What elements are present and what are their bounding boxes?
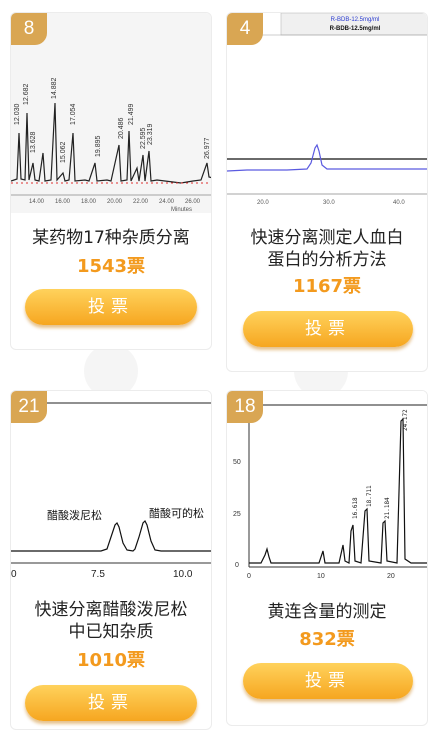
vote-button[interactable]: 投票: [25, 685, 197, 721]
axis-tick: 0: [11, 569, 17, 580]
peak-label: 17.054: [70, 103, 77, 125]
card-title: 快速分离测定人血白 蛋白的分析方法: [233, 227, 421, 271]
vote-card[interactable]: 醋酸泼尼松 醋酸可的松 0 7.5 10.0 21 快速分离醋酸泼尼松 中已知杂…: [10, 390, 212, 730]
x-tick: 20: [387, 573, 395, 580]
peak-label: 12.030: [14, 103, 21, 125]
axis-tick: 24.00: [159, 199, 175, 205]
axis-tick: 30.0: [323, 200, 335, 206]
axis-tick: 7.5: [91, 569, 105, 580]
axis-tick: 22.00: [133, 199, 149, 205]
peak-label: 22.595: [140, 127, 147, 149]
peak-label: 23.319: [147, 123, 154, 145]
peak-label: 13.628: [30, 131, 37, 153]
peak-label: 16.618: [352, 497, 359, 519]
vote-button[interactable]: 投票: [243, 663, 413, 699]
legend-entry: R-BDB-12.5mg/ml: [330, 26, 381, 32]
card-title-line: 蛋白的分析方法: [267, 250, 387, 270]
axis-tick: 14.00: [29, 199, 45, 205]
axis-tick: 26.00: [185, 199, 201, 205]
card-title-line: 快速分离醋酸泼尼松: [34, 600, 188, 620]
axis-tick: 20.00: [107, 199, 123, 205]
card-title: 黄连含量的测定: [233, 601, 421, 623]
peak-label: 26.977: [204, 137, 211, 159]
peak-label: 24.172: [402, 409, 409, 431]
peak-label: 醋酸可的松: [149, 506, 204, 520]
peak-label: 20.486: [118, 117, 125, 139]
axis-tick: 10.0: [173, 569, 193, 580]
peak-label: 醋酸泼尼松: [47, 508, 102, 522]
axis-tick: 40.0: [393, 200, 405, 206]
card-title-line: 黄连含量的测定: [267, 602, 387, 622]
vote-count: 1010票: [76, 650, 146, 671]
peak-label: 19.895: [95, 135, 102, 157]
rank-badge: 21: [11, 391, 47, 423]
card-title: 某药物17种杂质分离: [17, 227, 205, 249]
vote-card[interactable]: 12.030 12.682 13.628 14.882 15.062 17.05…: [10, 12, 212, 350]
axis-tick: 20.0: [257, 200, 269, 206]
rank-badge: 4: [227, 13, 263, 45]
peak-label: 15.062: [60, 141, 67, 163]
rank-badge: 8: [11, 13, 47, 45]
vote-card[interactable]: 0 25 50 16.618 18.711 21.184 24.172 0 10…: [226, 390, 428, 726]
x-tick: 0: [247, 573, 251, 580]
vote-button[interactable]: 投票: [25, 289, 197, 325]
legend-entry: R-BDB-12.5mg/ml: [331, 17, 380, 23]
vote-count: 1543票: [76, 256, 146, 277]
peak-label: 12.682: [23, 83, 30, 105]
card-title-line: 中已知杂质: [68, 622, 154, 642]
peak-label: 18.711: [366, 485, 373, 507]
axis-unit: Minutes: [171, 207, 192, 213]
vote-button[interactable]: 投票: [243, 311, 413, 347]
y-tick: 0: [235, 562, 239, 569]
vote-card[interactable]: R-BDB-12.5mg/ml R-BDB-12.5mg/ml 20.0 30.…: [226, 12, 428, 372]
vote-count: 1167票: [292, 276, 362, 297]
y-tick: 50: [233, 459, 241, 466]
axis-tick: 16.00: [55, 199, 71, 205]
axis-tick: 18.00: [81, 199, 97, 205]
card-title-line: 快速分离测定人血白: [250, 228, 404, 248]
peak-label: 21.184: [384, 497, 391, 519]
vote-count: 832票: [299, 629, 355, 650]
rank-badge: 18: [227, 391, 263, 423]
peak-label: 21.499: [128, 103, 135, 125]
x-tick: 10: [317, 573, 325, 580]
card-title: 快速分离醋酸泼尼松 中已知杂质: [17, 599, 205, 643]
y-tick: 25: [233, 511, 241, 518]
card-title-line: 某药物17种杂质分离: [32, 228, 190, 248]
peak-label: 14.882: [51, 77, 58, 99]
